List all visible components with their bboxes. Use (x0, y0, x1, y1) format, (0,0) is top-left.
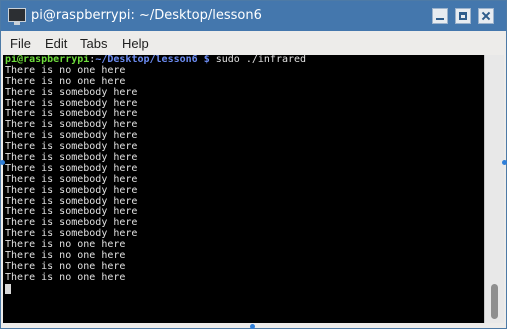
maximize-button[interactable] (455, 8, 471, 24)
output-line: There is no one here (5, 271, 126, 283)
title-bar[interactable]: pi@raspberrypi: ~/Desktop/lesson6 (1, 1, 506, 31)
resize-handle-right[interactable] (502, 160, 507, 165)
menu-bar: File Edit Tabs Help (1, 31, 506, 55)
output-line: There is somebody here (5, 86, 138, 98)
minimize-icon (436, 12, 444, 20)
minimize-button[interactable] (432, 8, 448, 24)
menu-tabs[interactable]: Tabs (80, 36, 107, 51)
scrollbar-thumb[interactable] (491, 284, 498, 319)
resize-handle-left[interactable] (0, 160, 5, 165)
menu-file[interactable]: File (10, 36, 31, 51)
cursor-line (3, 283, 484, 295)
resize-handle-bottom[interactable] (250, 324, 255, 329)
prompt-command: sudo ./infrared (209, 55, 307, 65)
close-icon (482, 12, 490, 20)
scrollbar-track[interactable] (484, 55, 504, 323)
window-title: pi@raspberrypi: ~/Desktop/lesson6 (31, 8, 262, 23)
prompt-user-host: pi@raspberrypi (5, 55, 90, 65)
maximize-icon (459, 12, 467, 20)
text-cursor (5, 283, 11, 294)
prompt-path: ~/Desktop/lesson6 $ (95, 55, 210, 65)
terminal-window: pi@raspberrypi: ~/Desktop/lesson6 File E… (0, 0, 507, 329)
terminal-output[interactable]: pi@raspberrypi:~/Desktop/lesson6 $ sudo … (3, 55, 484, 323)
terminal-icon (8, 8, 26, 25)
output-line: There is somebody here (5, 184, 138, 196)
menu-help[interactable]: Help (122, 36, 149, 51)
menu-edit[interactable]: Edit (45, 36, 67, 51)
close-button[interactable] (478, 8, 494, 24)
